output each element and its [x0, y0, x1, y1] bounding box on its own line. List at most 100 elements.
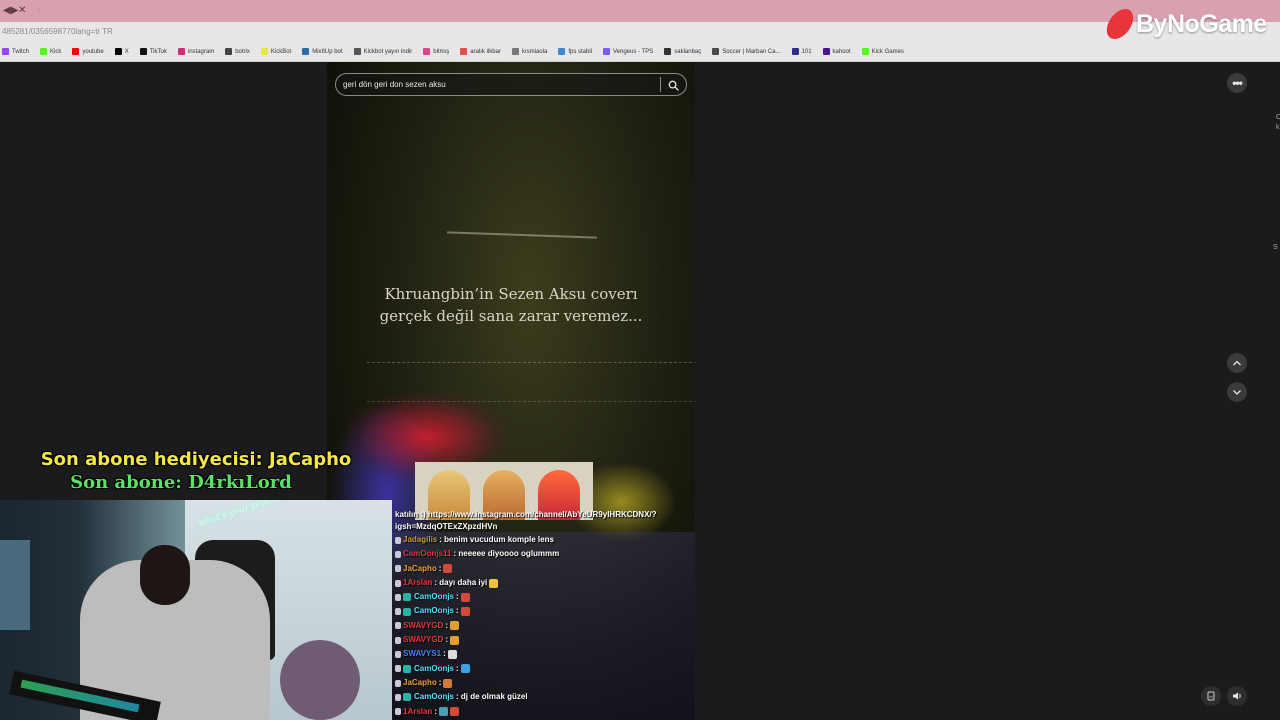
bookmark-label: kahoot — [832, 48, 851, 55]
bookmark-favicon-icon — [114, 48, 122, 55]
chevron-down-icon — [1233, 390, 1241, 395]
badge-icon — [395, 693, 401, 701]
bookmark-favicon-icon — [177, 48, 185, 55]
bookmark-favicon-icon — [72, 48, 80, 55]
bookmark-item[interactable]: saklanbaç — [664, 48, 701, 55]
badge-icon — [395, 622, 401, 630]
bookmark-item[interactable]: TikTok — [139, 48, 167, 55]
bookmark-item[interactable]: Soccer | Marban Ca... — [712, 48, 781, 55]
bookmark-item[interactable]: bitmış — [423, 48, 449, 55]
webcam-feed: what's your problem? — [0, 500, 392, 720]
edge-letter-s: S — [1273, 244, 1278, 251]
bookmark-label: saklanbaç — [674, 48, 702, 55]
previous-video-button[interactable] — [1227, 353, 1247, 373]
chat-username[interactable]: CamOonjs — [414, 590, 454, 604]
bookmark-favicon-icon — [302, 48, 310, 55]
bookmark-favicon-icon — [40, 48, 48, 55]
chat-message: CamOonjs : — [395, 604, 691, 618]
bookmark-label: TikTok — [149, 48, 167, 55]
emote-icon — [439, 707, 449, 717]
close-tab-icon[interactable]: ✕ — [18, 5, 26, 16]
stage-truss — [367, 362, 695, 402]
bookmark-item[interactable]: KickBot — [260, 48, 291, 55]
chat-username[interactable]: CamOonjs — [414, 662, 454, 676]
emote-icon — [449, 621, 459, 631]
chat-message: CamOonjs11 : neeeee diyoooo oglummm — [395, 547, 691, 561]
chat-username[interactable]: CamOonjs — [414, 604, 454, 618]
chat-username[interactable]: CamOonjs — [414, 690, 454, 704]
bookmark-label: Twitch — [12, 48, 30, 55]
chat-message: CamOonjs : — [395, 662, 691, 676]
chat-message: 1Arslan : — [395, 705, 691, 719]
chat-username[interactable]: 1Arslan — [403, 705, 432, 719]
search-button[interactable] — [664, 76, 682, 94]
bookmark-item[interactable]: Kickbot yayın indir — [353, 48, 412, 55]
bookmark-item[interactable]: Vengeus - TPS — [603, 48, 653, 55]
chat-username[interactable]: JaCapho — [403, 676, 437, 690]
chat-username[interactable]: SWAVYGD — [403, 619, 443, 633]
bookmark-item[interactable]: Twitch — [2, 48, 29, 55]
chat-message: JaCapho : — [395, 562, 691, 576]
chat-text: : benim vucudum komple lens — [439, 535, 554, 544]
bookmark-item[interactable]: botrix — [225, 48, 250, 55]
bookmark-item[interactable]: aralık ilkbar — [460, 48, 501, 55]
chat-username[interactable]: CamOonjs11 — [403, 547, 451, 561]
more-options-button[interactable]: ••• — [1227, 73, 1247, 93]
search-input[interactable] — [343, 77, 653, 92]
bookmark-item[interactable]: Kick — [40, 48, 61, 55]
chat-text: : dayı daha iyi — [434, 577, 488, 587]
captions-button[interactable] — [1201, 686, 1221, 706]
bookmark-favicon-icon — [139, 48, 147, 55]
tab-nav-controls[interactable]: ◀▶ — [3, 5, 18, 16]
badge-icon — [395, 665, 401, 673]
bynogame-logo: ByNoGame — [1102, 9, 1267, 39]
bookmark-item[interactable]: instagram — [177, 48, 214, 55]
caption-line-1: Khruangbin’in Sezen Aksu coverı — [384, 285, 638, 303]
chat-text: : — [438, 563, 442, 573]
edge-letter-c: C — [1276, 114, 1280, 121]
emote-icon — [443, 678, 453, 688]
bookmark-label: youtube — [82, 48, 104, 55]
search-icon — [668, 80, 679, 91]
bookmark-item[interactable]: MixItUp bot — [302, 48, 343, 55]
chat-text: : dj de olmak güzel — [456, 692, 528, 702]
bookmark-favicon-icon — [558, 48, 566, 55]
badge-icon — [395, 708, 401, 716]
bookmark-item[interactable]: fps stabil — [558, 48, 592, 55]
bookmark-item[interactable]: 101 — [791, 48, 812, 55]
url-text[interactable]: 485281/0356598770lang=tr TR — [2, 27, 113, 36]
chat-text: : — [443, 649, 446, 659]
chat-username[interactable]: SWAVYS1 — [403, 647, 441, 661]
edge-letter-k: k — [1276, 124, 1280, 131]
bookmark-label: fps stabil — [568, 48, 592, 55]
new-tab-button[interactable]: + — [36, 5, 42, 16]
bookmark-label: bitmış — [433, 48, 450, 55]
address-bar[interactable]: 485281/0356598770lang=tr TR — [0, 22, 1280, 42]
last-gifter-label: Son abone hediyecisi: JaCapho — [40, 449, 352, 470]
chat-pinned-link: katılın :) https://www.instagram.com/cha… — [395, 510, 657, 531]
bookmark-item[interactable]: X — [114, 48, 129, 55]
bookmark-item[interactable]: kahoot — [822, 48, 851, 55]
emote-icon — [489, 578, 499, 588]
chat-username[interactable]: 1Arslan — [403, 576, 432, 590]
bookmark-item[interactable]: youtube — [72, 48, 104, 55]
chat-message: CamOonjs : dj de olmak güzel — [395, 690, 691, 704]
subscriber-badge-icon — [403, 693, 411, 702]
bookmark-item[interactable]: kısmiaola — [511, 48, 547, 55]
chat-username[interactable]: JaCapho — [403, 562, 437, 576]
volume-button[interactable] — [1227, 686, 1247, 706]
chat-username[interactable]: SWAVYGD — [403, 633, 443, 647]
chat-text: : — [456, 663, 459, 673]
chat-text: : — [445, 620, 448, 630]
next-video-button[interactable] — [1227, 382, 1247, 402]
emote-icon — [460, 664, 470, 674]
monitor — [0, 540, 30, 630]
chat-username[interactable]: Jadagilis — [403, 533, 437, 547]
badge-icon — [395, 651, 401, 659]
bookmark-item[interactable]: Kick Games — [861, 48, 904, 55]
bookmark-favicon-icon — [603, 48, 610, 55]
emote-icon — [449, 635, 459, 645]
bookmark-favicon-icon — [2, 48, 9, 55]
streamer-head — [140, 545, 190, 605]
bookmark-label: Soccer | Marban Ca... — [722, 48, 781, 55]
